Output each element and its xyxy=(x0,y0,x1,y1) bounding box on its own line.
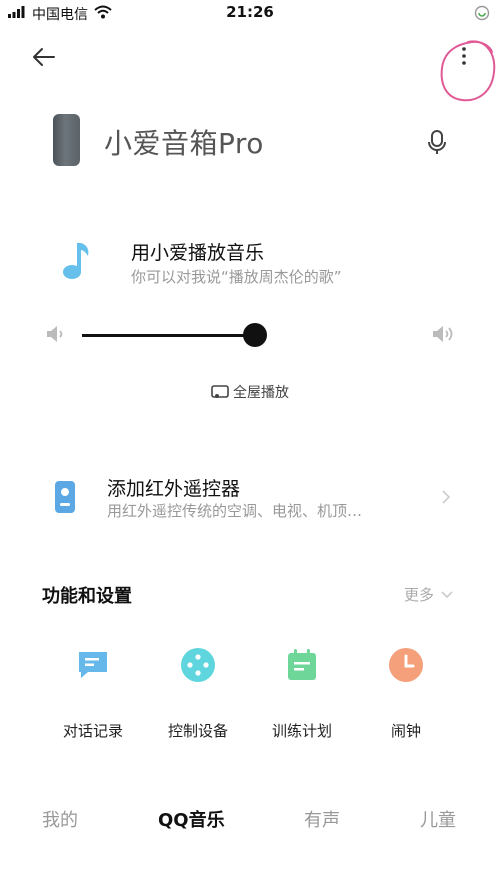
tab-audio[interactable]: 有声 xyxy=(304,806,340,832)
feature-label: 训练计划 xyxy=(271,722,332,740)
ir-remote-title: 添加红外遥控器 xyxy=(107,478,241,500)
feature-label: 对话记录 xyxy=(62,722,123,740)
volume-slider-remaining[interactable] xyxy=(255,334,414,337)
battery-icon xyxy=(474,5,490,21)
music-note-icon xyxy=(60,240,94,284)
chevron-down-icon xyxy=(441,590,453,598)
feature-control-device[interactable]: 控制设备 xyxy=(153,646,243,741)
alarm-clock-icon xyxy=(387,646,425,684)
whole-house-label: 全屋播放 xyxy=(233,385,289,401)
feature-label: 闹钟 xyxy=(390,722,421,740)
music-hint: 你可以对我说“播放周杰伦的歌” xyxy=(131,268,342,286)
status-bar: 中国电信 21:26 xyxy=(0,0,500,26)
control-device-icon xyxy=(179,646,217,684)
volume-slider-thumb[interactable] xyxy=(242,323,267,347)
tab-mine[interactable]: 我的 xyxy=(42,806,78,832)
vertical-dots-icon xyxy=(462,47,466,65)
training-plan-icon xyxy=(283,646,321,684)
volume-high-icon xyxy=(430,322,458,346)
tab-qq-music[interactable]: QQ音乐 xyxy=(158,806,225,832)
feature-alarm[interactable]: 闹钟 xyxy=(361,646,451,741)
microphone-button[interactable] xyxy=(424,128,450,156)
features-section-title: 功能和设置 xyxy=(42,586,132,607)
whole-house-play-button[interactable]: 全屋播放 xyxy=(0,382,500,402)
tab-kids[interactable]: 儿童 xyxy=(420,806,456,832)
arrow-left-icon xyxy=(33,48,55,66)
feature-chat-log[interactable]: 对话记录 xyxy=(48,646,138,741)
chat-log-icon xyxy=(74,646,112,684)
chevron-right-icon xyxy=(440,488,452,506)
volume-slider-filled[interactable] xyxy=(82,334,255,337)
more-label: 更多 xyxy=(404,586,435,604)
microphone-icon xyxy=(428,130,446,154)
music-title: 用小爱播放音乐 xyxy=(131,242,265,264)
feature-training-plan[interactable]: 训练计划 xyxy=(257,646,347,741)
ir-remote-subtitle: 用红外遥控传统的空调、电视、机顶… xyxy=(107,502,363,520)
device-name: 小爱音箱Pro xyxy=(104,127,264,160)
speaker-device-image xyxy=(53,114,80,166)
volume-low-icon xyxy=(44,322,68,346)
back-button[interactable] xyxy=(28,40,62,74)
more-options-button[interactable] xyxy=(454,44,474,68)
ir-remote-icon xyxy=(55,481,75,513)
clock: 21:26 xyxy=(226,3,274,21)
more-features-button[interactable]: 更多 xyxy=(404,584,454,605)
cast-screen-icon xyxy=(211,385,229,398)
feature-label: 控制设备 xyxy=(167,722,228,740)
